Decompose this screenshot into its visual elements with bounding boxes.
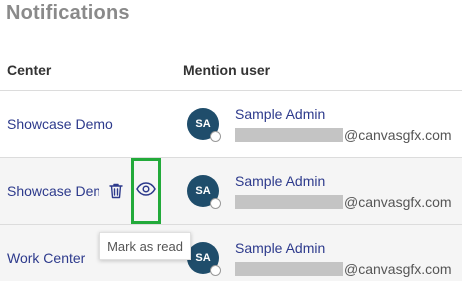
email-domain: @canvasgfx.com: [344, 127, 452, 143]
email-redaction: [235, 262, 343, 276]
center-link[interactable]: Work Center: [7, 250, 85, 266]
user-email: @canvasgfx.com: [235, 261, 452, 277]
email-redaction: [235, 128, 343, 142]
status-indicator: [210, 198, 221, 209]
email-domain: @canvasgfx.com: [344, 261, 452, 277]
tooltip: Mark as read: [99, 232, 191, 260]
user-name-link[interactable]: Sample Admin: [235, 173, 325, 189]
user-name-link[interactable]: Sample Admin: [235, 106, 325, 122]
email-redaction: [235, 195, 343, 209]
eye-icon: [136, 181, 156, 201]
column-header-mention-user: Mention user: [183, 62, 271, 78]
status-indicator: [210, 265, 221, 276]
page-title: Notifications: [6, 2, 130, 24]
user-name-link[interactable]: Sample Admin: [235, 240, 325, 256]
trash-icon[interactable]: [108, 182, 124, 200]
table-row[interactable]: Work Center SA Sample Admin @canvasgfx.c…: [0, 225, 462, 281]
user-email: @canvasgfx.com: [235, 194, 452, 210]
avatar-initials: SA: [195, 185, 211, 197]
avatar: SA: [187, 242, 221, 276]
avatar: SA: [187, 175, 221, 209]
table-row[interactable]: Showcase Demo SA Sample Admin @canvasgfx…: [0, 91, 462, 157]
avatar: SA: [187, 108, 221, 142]
mark-as-read-button[interactable]: [131, 158, 161, 224]
status-indicator: [210, 131, 221, 142]
email-domain: @canvasgfx.com: [344, 194, 452, 210]
user-email: @canvasgfx.com: [235, 127, 452, 143]
center-link[interactable]: Showcase Demo: [7, 183, 99, 199]
column-header-center: Center: [7, 62, 52, 78]
center-link[interactable]: Showcase Demo: [7, 116, 113, 132]
avatar-initials: SA: [195, 252, 211, 264]
table-row[interactable]: Showcase Demo SA Sample Admin @canvasgfx…: [0, 158, 462, 224]
avatar-initials: SA: [195, 118, 211, 130]
